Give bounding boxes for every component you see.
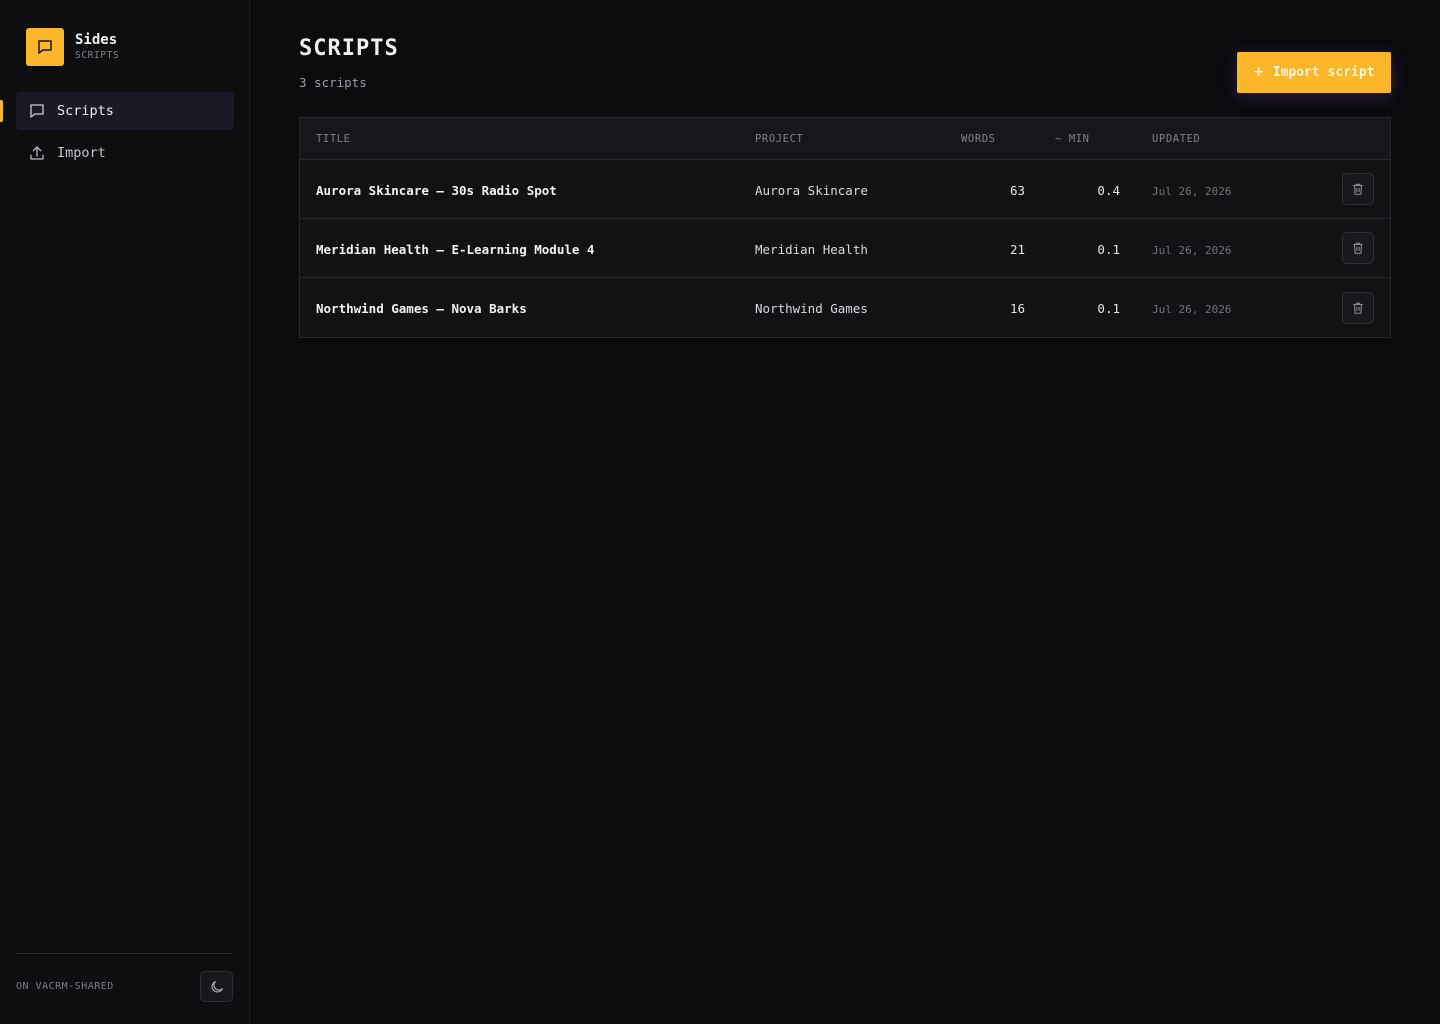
trash-icon <box>1351 301 1365 315</box>
script-words: 16 <box>1009 301 1025 316</box>
script-title[interactable]: Meridian Health — E-Learning Module 4 <box>316 242 594 257</box>
chat-bubble-icon <box>26 28 64 66</box>
script-project: Aurora Skincare <box>755 182 868 198</box>
active-nav-marker <box>0 100 3 122</box>
column-header-words[interactable]: WORDS <box>933 133 1025 145</box>
theme-toggle-button[interactable] <box>200 971 233 1002</box>
script-updated: Jul 26, 2026 <box>1152 243 1232 257</box>
brand-name: Sides <box>75 32 118 48</box>
moon-icon <box>209 979 225 995</box>
delete-script-button[interactable] <box>1342 232 1374 264</box>
sidebar-item-import[interactable]: Import <box>16 134 234 172</box>
import-script-label: Import script <box>1272 65 1375 80</box>
upload-icon <box>28 144 46 162</box>
script-project: Meridian Health <box>755 241 868 257</box>
column-header-min[interactable]: ~ MIN <box>1025 133 1120 145</box>
script-words: 21 <box>1009 241 1025 257</box>
sidebar-item-label: Import <box>57 145 106 161</box>
column-header-updated[interactable]: UPDATED <box>1120 133 1300 145</box>
script-minutes: 0.4 <box>1097 182 1120 198</box>
script-updated: Jul 26, 2026 <box>1152 303 1232 316</box>
chat-bubble-icon <box>28 102 46 120</box>
sidebar-nav: Scripts Import <box>16 92 234 176</box>
table-row[interactable]: Northwind Games — Nova Barks Northwind G… <box>300 278 1390 337</box>
table-header: TITLE PROJECT WORDS ~ MIN UPDATED <box>300 118 1390 160</box>
main-content: SCRIPTS 3 scripts + Import script TITLE … <box>250 0 1440 1024</box>
table-row[interactable]: Aurora Skincare — 30s Radio Spot Aurora … <box>300 160 1390 219</box>
column-header-title[interactable]: TITLE <box>300 133 755 145</box>
script-project: Northwind Games <box>755 301 868 316</box>
script-minutes: 0.1 <box>1097 301 1120 316</box>
script-title[interactable]: Northwind Games — Nova Barks <box>316 301 527 316</box>
delete-script-button[interactable] <box>1342 173 1374 205</box>
delete-script-button[interactable] <box>1342 291 1374 324</box>
sidebar-item-label: Scripts <box>57 103 114 119</box>
table-row[interactable]: Meridian Health — E-Learning Module 4 Me… <box>300 219 1390 278</box>
sidebar-item-scripts[interactable]: Scripts <box>16 92 234 130</box>
env-label: ON VACRM-SHARED <box>16 981 114 992</box>
page-title: SCRIPTS <box>299 36 399 61</box>
script-title[interactable]: Aurora Skincare — 30s Radio Spot <box>316 183 557 198</box>
app-shell: Sides SCRIPTS Scripts Import ON VACRM-SH… <box>0 0 1440 1024</box>
brand-subtitle: SCRIPTS <box>75 50 120 61</box>
scripts-table: TITLE PROJECT WORDS ~ MIN UPDATED Aurora… <box>299 117 1391 338</box>
import-script-button[interactable]: + Import script <box>1237 52 1391 93</box>
plus-icon: + <box>1253 62 1264 82</box>
brand: Sides SCRIPTS <box>26 28 119 66</box>
sidebar-footer: ON VACRM-SHARED <box>16 953 233 1002</box>
sidebar: Sides SCRIPTS Scripts Import ON VACRM-SH… <box>0 0 250 1024</box>
script-minutes: 0.1 <box>1097 241 1120 257</box>
script-updated: Jul 26, 2026 <box>1152 184 1232 198</box>
trash-icon <box>1351 182 1365 196</box>
script-count: 3 scripts <box>299 75 367 90</box>
column-header-project[interactable]: PROJECT <box>755 133 933 145</box>
trash-icon <box>1351 241 1365 255</box>
script-words: 63 <box>1009 182 1025 198</box>
